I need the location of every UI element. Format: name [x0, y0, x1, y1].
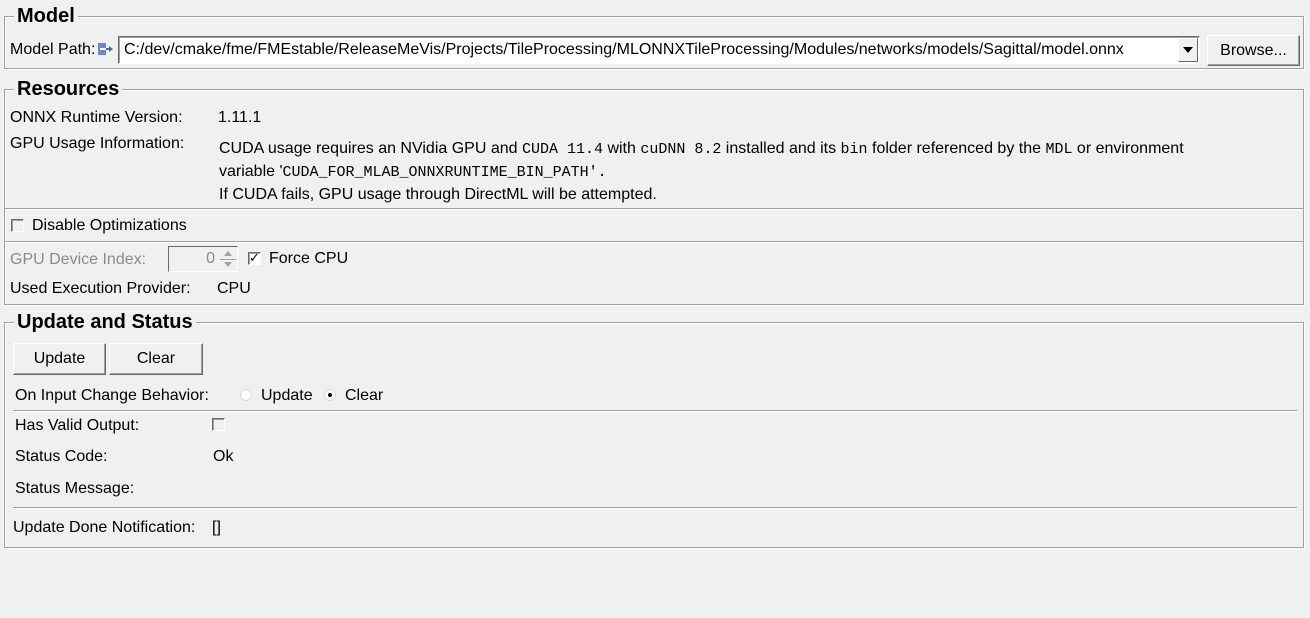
- gpu-device-index-value: 0: [206, 250, 215, 267]
- triangle-up-icon: [224, 251, 232, 256]
- gpu-info-text-part: variable ': [219, 163, 283, 180]
- gpu-info-code: CUDA_FOR_MLAB_ONNXRUNTIME_BIN_PATH: [282, 164, 589, 181]
- disable-optimizations-checkbox[interactable]: [11, 219, 24, 232]
- onnx-version-value: 1.11.1: [218, 109, 262, 126]
- gpu-info-text-part: installed and its: [721, 140, 841, 157]
- onnx-version-label: ONNX Runtime Version:: [10, 109, 183, 126]
- gpu-info-text-part: '.: [588, 164, 607, 181]
- spin-up-button[interactable]: [220, 248, 236, 260]
- spin-down-button[interactable]: [220, 260, 236, 270]
- radio-update[interactable]: [240, 389, 252, 401]
- on-input-change-label: On Input Change Behavior:: [15, 387, 209, 404]
- gpu-info-code: bin: [840, 141, 868, 158]
- execution-provider-value: CPU: [217, 280, 251, 297]
- radio-selected-dot: [328, 393, 332, 397]
- update-button-label: Update: [33, 350, 86, 367]
- clear-button-label: Clear: [136, 350, 176, 367]
- gpu-info-code: MDL: [1045, 141, 1073, 158]
- update-status-group-title: Update and Status: [14, 310, 196, 334]
- update-button[interactable]: Update: [13, 343, 106, 375]
- force-cpu-checkbox[interactable]: ✓: [248, 250, 261, 265]
- radio-clear[interactable]: [324, 389, 336, 401]
- force-cpu-label[interactable]: Force CPU: [269, 250, 348, 268]
- gpu-info-text-part: with: [603, 140, 641, 157]
- gpu-info-line-1: CUDA usage requires an NVidia GPU and CU…: [219, 138, 1184, 161]
- status-separator-1: [13, 410, 1297, 412]
- status-message-label: Status Message:: [15, 480, 135, 497]
- clear-button[interactable]: Clear: [109, 343, 203, 375]
- gpu-info-text: CUDA usage requires an NVidia GPU and CU…: [219, 138, 1184, 206]
- update-done-label: Update Done Notification:: [13, 519, 196, 536]
- triangle-down-icon: [1183, 47, 1193, 53]
- model-path-combobox[interactable]: C:/dev/cmake/fme/FMEstable/ReleaseMeVis/…: [118, 36, 1200, 64]
- browse-button[interactable]: Browse...: [1207, 35, 1300, 66]
- model-group-title: Model: [14, 4, 78, 28]
- browse-button-label: Browse...: [1220, 42, 1287, 59]
- triangle-down-icon: [224, 262, 232, 267]
- gpu-info-line-2: variable 'CUDA_FOR_MLAB_ONNXRUNTIME_BIN_…: [219, 161, 1184, 184]
- model-path-input[interactable]: C:/dev/cmake/fme/FMEstable/ReleaseMeVis/…: [124, 41, 1124, 59]
- status-code-value: Ok: [213, 448, 234, 465]
- update-done-value: []: [212, 519, 221, 536]
- has-valid-output-label: Has Valid Output:: [15, 417, 140, 434]
- arrow-right-icon: [97, 40, 114, 58]
- gpu-info-label: GPU Usage Information:: [10, 135, 185, 152]
- status-separator-2: [13, 507, 1297, 509]
- gpu-device-index-spinbox[interactable]: 0: [168, 246, 238, 272]
- dropdown-button[interactable]: [1178, 38, 1198, 62]
- resources-separator-1: [5, 208, 1303, 210]
- resources-group-title: Resources: [14, 77, 123, 101]
- radio-clear-label[interactable]: Clear: [345, 387, 383, 405]
- gpu-info-text-part: CUDA usage requires an NVidia GPU and: [219, 140, 522, 157]
- gpu-info-code: CUDA 11.4: [521, 141, 603, 158]
- execution-provider-label: Used Execution Provider:: [10, 280, 191, 297]
- gpu-info-code: cuDNN 8.2: [640, 141, 722, 158]
- radio-update-label[interactable]: Update: [261, 387, 313, 405]
- model-path-label: Model Path:: [10, 41, 96, 58]
- has-valid-output-checkbox: [212, 418, 225, 431]
- gpu-device-index-label: GPU Device Index:: [10, 251, 147, 268]
- gpu-info-text-part: or environment: [1072, 140, 1184, 157]
- resources-separator-2: [5, 241, 1303, 243]
- checkmark-icon: ✓: [249, 250, 260, 265]
- gpu-info-line-3: If CUDA fails, GPU usage through DirectM…: [219, 186, 657, 203]
- gpu-info-text-part: folder referenced by the: [867, 140, 1046, 157]
- status-code-label: Status Code:: [15, 448, 108, 465]
- disable-optimizations-label[interactable]: Disable Optimizations: [32, 217, 187, 235]
